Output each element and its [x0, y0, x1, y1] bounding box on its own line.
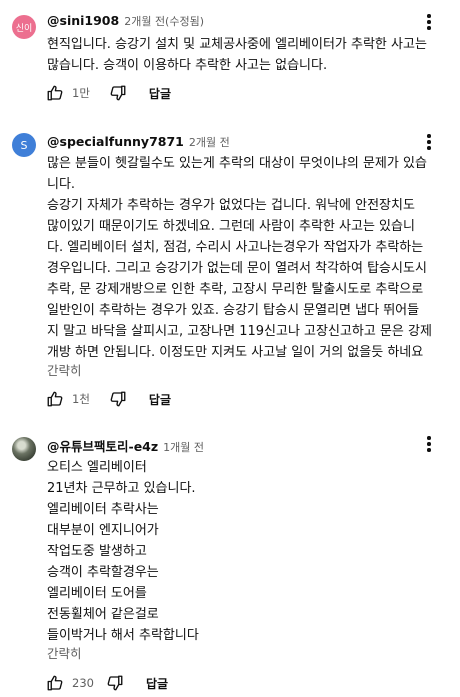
like-button[interactable]: 230	[46, 674, 94, 692]
read-less-button[interactable]: 간략히	[47, 643, 82, 662]
comment-header: @유튜브팩토리-e4z 1개월 전	[47, 436, 204, 454]
comment-line: 일반인이 추락하는 경우가 있죠. 승강기 탑승시 문열리면 냅다 뛰어들	[47, 303, 420, 318]
dislike-button[interactable]	[109, 84, 127, 102]
more-vert-icon[interactable]	[421, 132, 437, 152]
comment-line: 오티스 엘리베이터	[47, 460, 147, 475]
dislike-button[interactable]	[106, 674, 124, 692]
thumbs-down-icon	[107, 675, 123, 691]
avatar[interactable]: S	[12, 133, 36, 157]
comment-header: @specialfunny7871 2개월 전	[47, 134, 230, 152]
comment-line: 다. 엘리베이터 설치, 점검, 수리시 사고나는경우가 작업자가 추락하는	[47, 240, 424, 255]
comment-text: 오티스 엘리베이터 21년차 근무하고 있습니다. 엘리베이터 추락사는 대부분…	[47, 457, 452, 646]
avatar[interactable]: 신이	[12, 15, 36, 39]
comment-line: 승객이 추락할경우는	[47, 565, 159, 580]
comment-line: 지 말고 바닥을 살피시고, 고장나면 119신고나 고장신고하고 문은 강제	[47, 324, 432, 339]
comment-time[interactable]: 2개월 전(수정됨)	[124, 13, 204, 29]
reply-button[interactable]: 답글	[149, 391, 171, 408]
comment-time[interactable]: 2개월 전	[189, 134, 230, 150]
avatar[interactable]	[12, 437, 36, 461]
read-less-button[interactable]: 간략히	[47, 360, 82, 379]
comment-actions: 1만 답글	[46, 83, 171, 103]
comment-text: 현직입니다. 승강기 설치 및 교체공사중에 엘리베이터가 추락한 사고는 많습…	[47, 34, 452, 76]
comment-line: 대부분이 엔지니어가	[47, 523, 159, 538]
comment-line: 엘리베이터 추락사는	[47, 502, 159, 517]
comment-line: 현직입니다. 승강기 설치 및 교체공사중에 엘리베이터가 추락한 사고는	[47, 37, 427, 52]
like-count: 1천	[72, 392, 90, 406]
comment-line: 개방 하면 안됩니다. 이정도만 지켜도 사고날 일이 거의 없을듯 하네요	[47, 345, 424, 360]
comment-line: 많이있기 때문이기도 하겠네요. 그런데 사람이 추락한 사고는 있습니	[47, 219, 415, 234]
comment-line: 경우입니다. 그리고 승강기가 없는데 문이 열려서 착각하여 탑승시도시	[47, 261, 427, 276]
comment-text: 많은 분들이 헷갈릴수도 있는게 추락의 대상이 무엇이냐의 문제가 있습 니다…	[47, 153, 452, 363]
dislike-button[interactable]	[109, 390, 127, 408]
like-button[interactable]: 1만	[46, 84, 90, 102]
avatar-initials: 신이	[15, 23, 33, 34]
author-name[interactable]: @유튜브팩토리-e4z	[47, 436, 158, 455]
reply-button[interactable]: 답글	[146, 675, 168, 692]
more-vert-icon[interactable]	[421, 434, 437, 454]
comment-actions: 1천 답글	[46, 389, 171, 409]
thumbs-up-icon	[47, 85, 63, 101]
thumbs-down-icon	[110, 85, 126, 101]
author-name[interactable]: @specialfunny7871	[47, 134, 184, 149]
comment-line: 들이박거나 해서 추락합니다	[47, 628, 199, 643]
comment-header: @sini1908 2개월 전(수정됨)	[47, 13, 204, 31]
comment-line: 니다.	[47, 177, 76, 192]
more-vert-icon[interactable]	[421, 12, 437, 32]
comment-line: 많은 분들이 헷갈릴수도 있는게 추락의 대상이 무엇이냐의 문제가 있습	[47, 156, 427, 171]
comment-line: 작업도중 발생하고	[47, 544, 147, 559]
comment-line: 엘리베이터 도어를	[47, 586, 147, 601]
thumbs-up-icon	[47, 391, 63, 407]
avatar-initials: S	[20, 138, 28, 152]
comment-line: 추락, 문 강제개방으로 인한 추락, 고장시 무리한 탈출시도로 추락으로	[47, 282, 424, 297]
like-count: 1만	[72, 86, 90, 100]
comment-line: 승강기 자체가 추락하는 경우가 없었다는 겁니다. 워낙에 안전장치도	[47, 198, 415, 213]
comment-line: 많습니다. 승객이 이용하다 추락한 사고는 없습니다.	[47, 58, 328, 73]
comment-actions: 230 답글	[46, 673, 168, 693]
reply-button[interactable]: 답글	[149, 85, 171, 102]
thumbs-up-icon	[47, 675, 63, 691]
like-count: 230	[72, 676, 94, 690]
comment-line: 전동휠체어 같은걸로	[47, 607, 159, 622]
like-button[interactable]: 1천	[46, 390, 90, 408]
author-name[interactable]: @sini1908	[47, 13, 119, 28]
comment-time[interactable]: 1개월 전	[163, 439, 204, 455]
comment-line: 21년차 근무하고 있습니다.	[47, 481, 196, 496]
thumbs-down-icon	[110, 391, 126, 407]
